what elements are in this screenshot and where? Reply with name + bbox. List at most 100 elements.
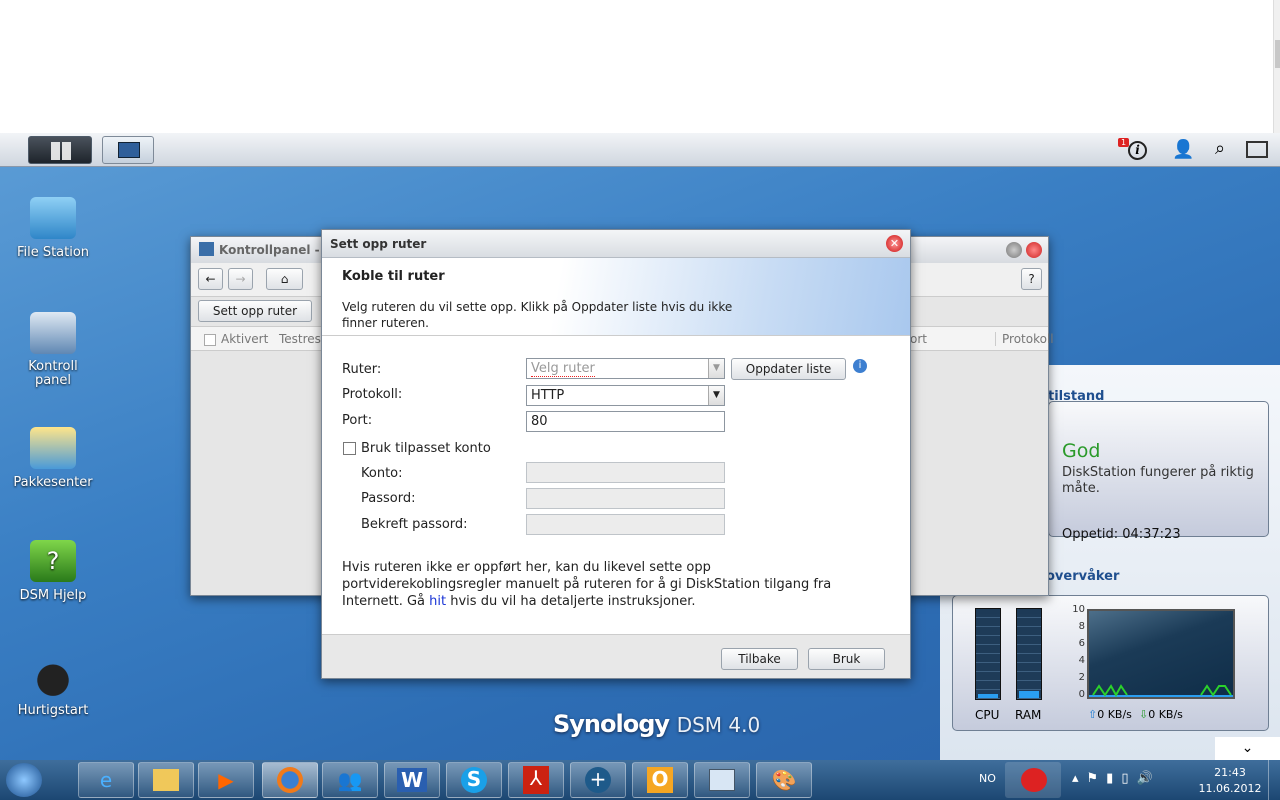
back-button[interactable]: Tilbake (721, 648, 798, 670)
notification-badge: 1 (1118, 138, 1130, 147)
dialog-heading: Koble til ruter (342, 269, 445, 284)
select-all-checkbox[interactable] (204, 334, 216, 346)
widgets-icon[interactable] (1246, 141, 1268, 158)
y-tick: 6 (1078, 638, 1085, 649)
protocol-select[interactable]: HTTP ▼ (526, 385, 725, 406)
clock[interactable]: 21:43 11.06.2012 (1195, 765, 1265, 797)
ram-meter (1016, 608, 1042, 700)
protocol-value: HTTP (531, 388, 565, 403)
logo-product: DSM 4.0 (676, 713, 761, 737)
icon-label: Kontroll panel (28, 359, 78, 388)
apply-button[interactable]: Bruk (808, 648, 885, 670)
upload-rate: ⇧0 KB/s (1088, 708, 1132, 721)
taskbar-paint[interactable]: 🎨 (756, 762, 812, 798)
taskbar-quicktime[interactable]: + (570, 762, 626, 798)
scrollbar[interactable] (1273, 0, 1280, 133)
network-y-axis: 10 8 6 4 2 0 (1071, 604, 1085, 700)
resource-monitor-card: CPU RAM 10 8 6 4 2 0 ⇧0 KB/s ⇩0 KB/s (952, 595, 1269, 731)
dsm-taskbar: i 1 👤 ⌕ (0, 133, 1280, 167)
start-button[interactable] (6, 763, 42, 797)
password-input[interactable] (526, 488, 725, 509)
router-select[interactable]: Velg ruter ▼ (526, 358, 725, 379)
control-panel-task-button[interactable] (102, 136, 154, 164)
taskbar-messenger[interactable]: 👥 (322, 762, 378, 798)
column-header-test-result[interactable]: Testres (279, 332, 321, 346)
cpu-meter (975, 608, 1001, 700)
taskbar-outlook[interactable]: O (632, 762, 688, 798)
download-arrow-icon: ⇩ (1139, 708, 1149, 721)
desktop-icon-quick-start[interactable]: Hurtigstart (3, 655, 103, 718)
taskbar-skype[interactable]: S (446, 762, 502, 798)
icon-label: DSM Hjelp (19, 588, 87, 603)
account-label: Konto: (361, 466, 403, 481)
close-icon[interactable]: ✕ (886, 235, 903, 252)
taskbar-internet-explorer[interactable]: e (78, 762, 134, 798)
column-header-protocol[interactable]: Protokoll (995, 332, 1054, 346)
taskbar-acrobat[interactable]: ⅄ (508, 762, 564, 798)
cpu-label: CPU (975, 708, 1000, 722)
control-panel-icon (118, 142, 140, 158)
outlook-icon: O (647, 767, 673, 793)
language-indicator[interactable]: NO (979, 772, 996, 785)
help-button[interactable]: ? (1021, 268, 1042, 290)
tray-icons[interactable]: ▴⚑▮▯🔊 (1072, 771, 1161, 786)
uptime: Oppetid: 04:37:23 (1062, 527, 1181, 542)
paint-icon: 🎨 (771, 768, 797, 792)
messenger-icon: 👥 (337, 768, 363, 792)
desktop-icon-file-station[interactable]: File Station (3, 197, 103, 260)
tray-app-icon[interactable] (1005, 762, 1061, 798)
desktop-icon-dsm-help[interactable]: ? DSM Hjelp (3, 540, 103, 603)
notifications-button[interactable]: i 1 (1118, 138, 1148, 162)
account-input[interactable] (526, 462, 725, 483)
taskbar-word[interactable]: W (384, 762, 440, 798)
user-icon[interactable]: 👤 (1172, 139, 1194, 161)
router-placeholder: Velg ruter (531, 361, 595, 377)
home-button[interactable]: ⌂ (266, 268, 303, 290)
zoom-app-icon: + (585, 767, 611, 793)
column-header-enabled[interactable]: Aktivert (221, 332, 268, 346)
monitor-widget-title: overvåker (1046, 569, 1120, 584)
dialog-description: Velg ruteren du vil sette opp. Klikk på … (342, 300, 733, 330)
confirm-password-label: Bekreft passord: (361, 517, 468, 532)
taskbar-firefox[interactable] (262, 762, 318, 798)
collapse-widgets-button[interactable]: ⌄ (1215, 737, 1280, 760)
word-icon: W (396, 768, 428, 792)
close-icon[interactable] (1026, 242, 1042, 258)
logo-brand: Synology (553, 710, 670, 738)
dialog-header: Koble til ruter Velg ruteren du vil sett… (322, 258, 910, 336)
magic-hat-icon (30, 655, 76, 697)
desktop-icon-control-panel[interactable]: Kontroll panel (3, 312, 103, 388)
main-menu-button[interactable] (28, 136, 92, 164)
desktop-icon-package-center[interactable]: Pakkesenter (3, 427, 103, 490)
dialog-title: Sett opp ruter (330, 237, 427, 251)
ram-meter-fill (1019, 690, 1039, 698)
custom-account-label: Bruk tilpasset konto (361, 441, 491, 456)
package-icon (30, 427, 76, 469)
media-player-icon: ▶ (218, 768, 234, 792)
info-icon[interactable]: i (853, 359, 867, 373)
window-title: Kontrollpanel - R (219, 243, 334, 257)
health-description: DiskStation fungerer på riktig måte. (1062, 465, 1254, 496)
column-header-port[interactable]: ort (910, 332, 927, 346)
taskbar-control-panel[interactable] (694, 762, 750, 798)
setup-router-button[interactable]: Sett opp ruter (198, 300, 312, 322)
taskbar-media-player[interactable]: ▶ (198, 762, 254, 798)
show-desktop-button[interactable] (1268, 760, 1280, 800)
search-icon[interactable]: ⌕ (1210, 138, 1230, 160)
refresh-list-button[interactable]: Oppdater liste (731, 358, 846, 380)
port-input[interactable]: 80 (526, 411, 725, 432)
forward-arrow-button[interactable]: → (228, 268, 253, 290)
browser-content-area (0, 0, 1280, 133)
instructions-link[interactable]: hit (429, 594, 446, 609)
router-label: Ruter: (342, 362, 382, 377)
chevron-down-icon: ▼ (708, 359, 724, 378)
custom-account-checkbox[interactable] (343, 442, 356, 455)
minimize-icon[interactable] (1006, 242, 1022, 258)
acrobat-icon: ⅄ (523, 766, 549, 794)
confirm-password-input[interactable] (526, 514, 725, 535)
network-graph (1087, 609, 1235, 699)
taskbar-explorer[interactable] (138, 762, 194, 798)
download-rate: ⇩0 KB/s (1139, 708, 1183, 721)
back-arrow-button[interactable]: ← (198, 268, 223, 290)
protocol-label: Protokoll: (342, 387, 403, 402)
